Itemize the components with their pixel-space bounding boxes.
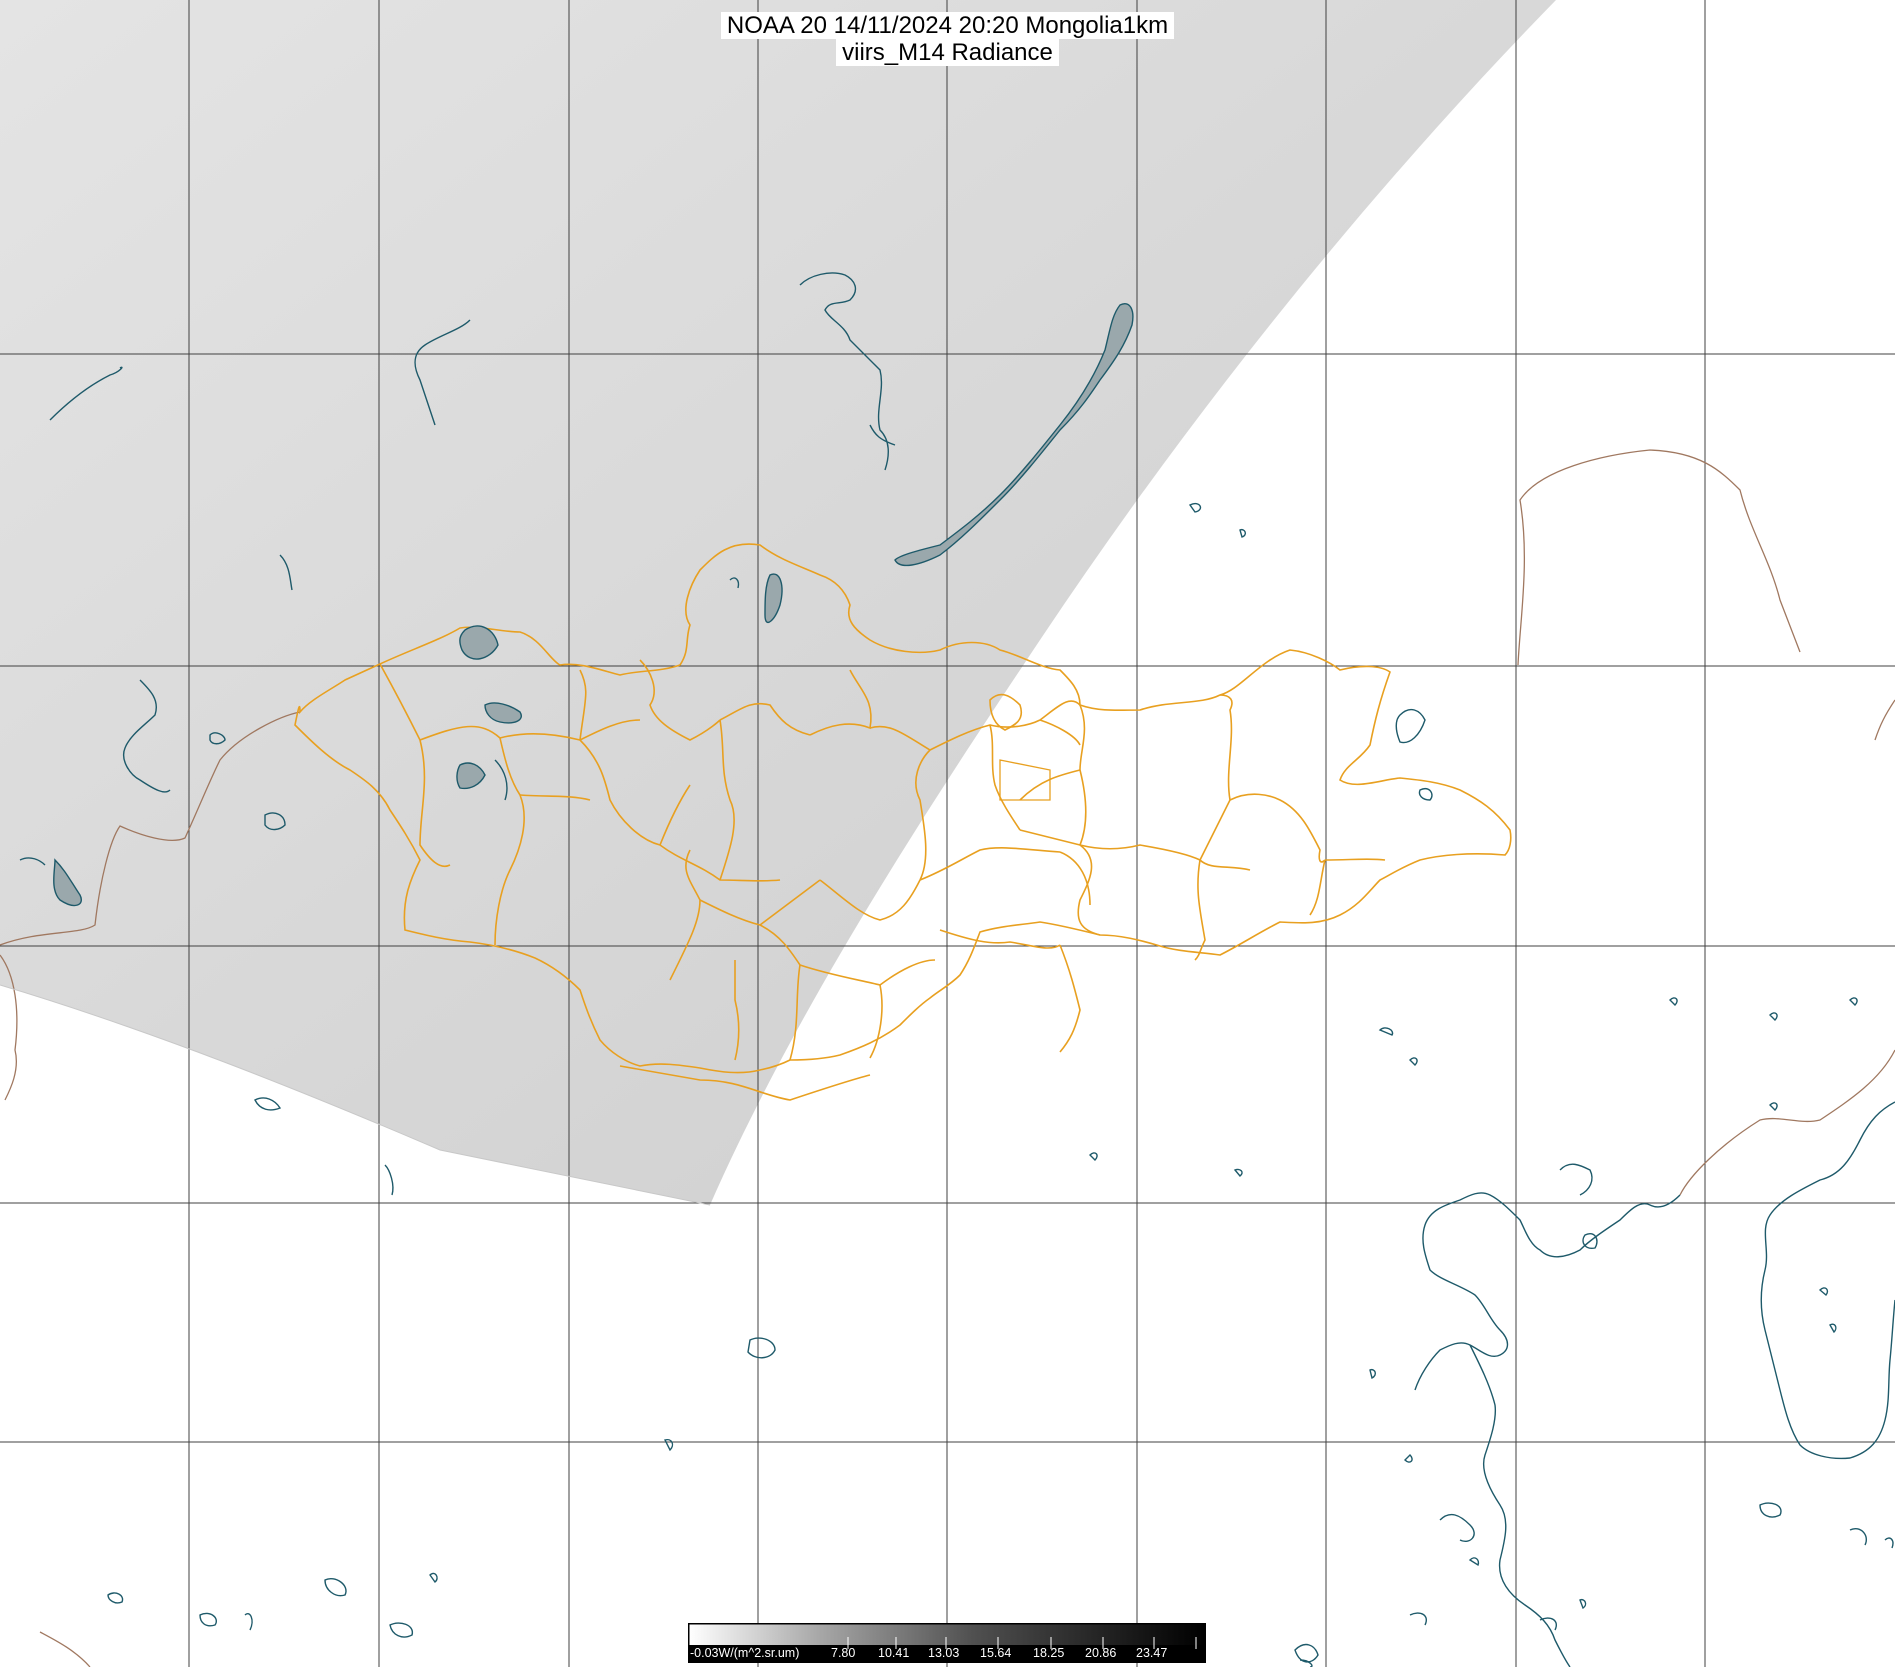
- colorbar-tick-label: 10.41: [878, 1646, 910, 1660]
- colorbar-tick-label: 13.03: [928, 1646, 960, 1660]
- colorbar-tick-label: 7.80: [831, 1646, 856, 1660]
- colorbar-unit-label: -0.03W/(m^2.sr.um): [690, 1646, 800, 1660]
- colorbar-tick-label: 18.25: [1033, 1646, 1065, 1660]
- satellite-map: [0, 0, 1895, 1667]
- colorbar-tick-label: 20.86: [1085, 1646, 1117, 1660]
- east-asia-coastline: [1760, 1101, 1895, 1460]
- colorbar-labels: -0.03W/(m^2.sr.um) 7.80 10.41 13.03 15.6…: [688, 1646, 1206, 1662]
- colorbar-tick-label: 15.64: [980, 1646, 1012, 1660]
- colorbar-tick-label: 23.47: [1136, 1646, 1168, 1660]
- colorbar-legend: -0.03W/(m^2.sr.um) 7.80 10.41 13.03 15.6…: [688, 1623, 1206, 1663]
